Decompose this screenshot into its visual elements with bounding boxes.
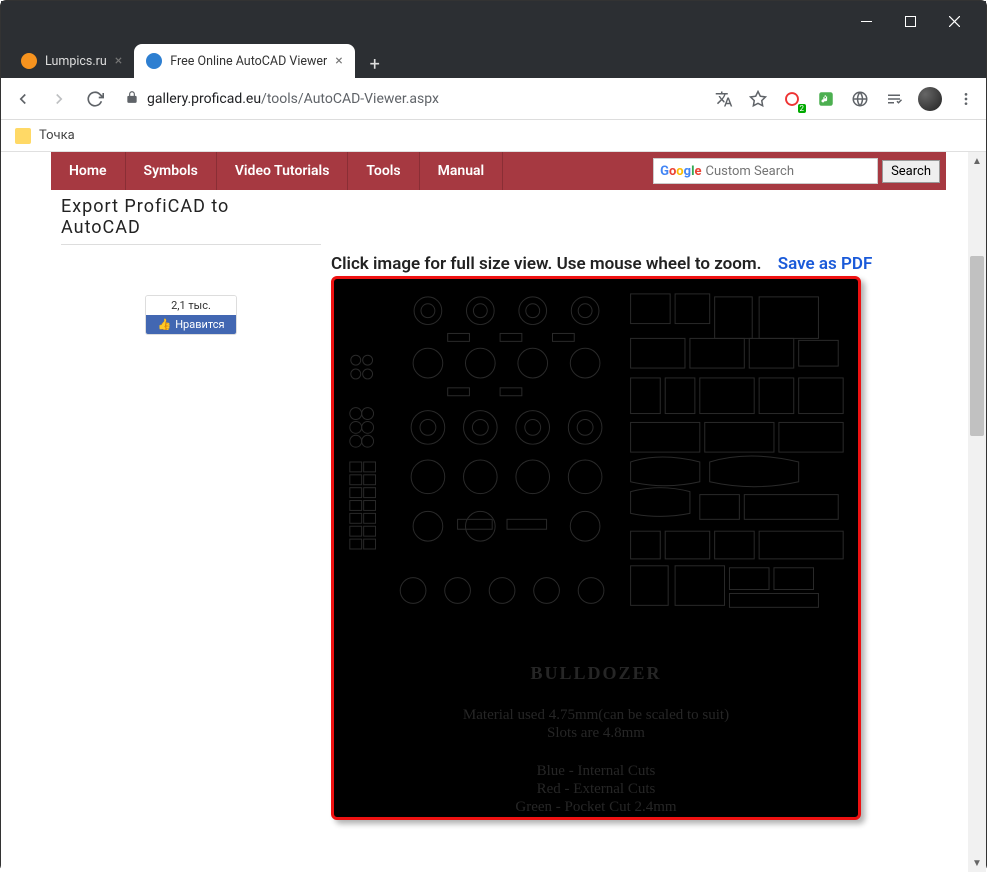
site-body: Export ProfiCAD to AutoCAD 2,1 тыс. 👍 Нр… (51, 190, 946, 820)
address-bar[interactable]: gallery.proficad.eu/tools/AutoCAD-Viewer… (119, 90, 702, 108)
site-search: Google Search (653, 158, 946, 184)
sidebar-heading-line: AutoCAD (61, 217, 321, 238)
fb-like-button[interactable]: 👍 Нравится (146, 315, 236, 334)
nav-manual[interactable]: Manual (420, 152, 504, 190)
tab-strip: Lumpics.ru × Free Online AutoCAD Viewer … (1, 42, 986, 78)
lock-icon (125, 90, 139, 108)
scroll-thumb[interactable] (970, 256, 984, 436)
globe-icon[interactable] (850, 89, 870, 109)
drawing-note: Green - Pocket Cut 2.4mm (334, 799, 858, 816)
favicon-icon (146, 53, 162, 69)
sidebar: Export ProfiCAD to AutoCAD 2,1 тыс. 👍 Нр… (51, 190, 331, 820)
thumbs-up-icon: 👍 (157, 318, 171, 331)
fb-count: 2,1 тыс. (146, 296, 236, 315)
scroll-up-icon[interactable]: ▲ (968, 152, 986, 170)
bookmarks-bar: Точка (1, 120, 986, 152)
window-minimize-button[interactable] (844, 1, 888, 42)
search-button[interactable]: Search (882, 160, 940, 183)
drawing-note: Red - External Cuts (334, 781, 858, 798)
forward-button[interactable] (47, 87, 71, 111)
translate-icon[interactable] (714, 89, 734, 109)
browser-navbar: gallery.proficad.eu/tools/AutoCAD-Viewer… (1, 78, 986, 120)
site-container: Home Symbols Video Tutorials Tools Manua… (51, 152, 946, 820)
google-logo-icon: Google (660, 164, 701, 179)
site-nav: Home Symbols Video Tutorials Tools Manua… (51, 152, 946, 190)
drawing-note: Material used 4.75mm(can be scaled to su… (334, 707, 858, 724)
back-button[interactable] (11, 87, 35, 111)
nav-symbols[interactable]: Symbols (126, 152, 217, 190)
nav-tools[interactable]: Tools (348, 152, 419, 190)
nav-home[interactable]: Home (51, 152, 126, 190)
reload-button[interactable] (83, 87, 107, 111)
fb-like-label: Нравится (175, 318, 224, 331)
close-icon[interactable]: × (115, 53, 122, 69)
scroll-down-icon[interactable]: ▼ (968, 854, 986, 872)
search-input[interactable] (706, 164, 872, 179)
save-as-pdf-link[interactable]: Save as PDF (778, 254, 873, 274)
toolbar-icons: 2 (714, 87, 976, 111)
extension-icon[interactable]: 2 (782, 89, 802, 109)
nav-video-tutorials[interactable]: Video Tutorials (217, 152, 349, 190)
viewer-instruction: Click image for full size view. Use mous… (331, 254, 946, 274)
close-icon[interactable]: × (335, 53, 342, 69)
facebook-like-widget[interactable]: 2,1 тыс. 👍 Нравится (145, 295, 237, 335)
bookmark-folder-icon (15, 128, 31, 144)
drawing-note: Slots are 4.8mm (334, 725, 858, 742)
instruction-text: Click image for full size view. Use mous… (331, 254, 762, 274)
cad-preview-image[interactable]: BULLDOZER Material used 4.75mm(can be sc… (331, 276, 861, 820)
menu-icon[interactable] (956, 89, 976, 109)
tab-lumpics[interactable]: Lumpics.ru × (9, 44, 134, 78)
page-viewport: Home Symbols Video Tutorials Tools Manua… (1, 152, 986, 872)
sidebar-heading: Export ProfiCAD to AutoCAD (61, 196, 321, 245)
main-content: Click image for full size view. Use mous… (331, 190, 946, 820)
favicon-icon (21, 53, 37, 69)
profile-avatar[interactable] (918, 87, 942, 111)
search-box[interactable]: Google (653, 158, 878, 184)
extension-badge: 2 (798, 104, 807, 113)
window-close-button[interactable] (932, 1, 976, 42)
sidebar-heading-line: Export ProfiCAD to (61, 196, 321, 217)
url-host: gallery.proficad.eu/tools/AutoCAD-Viewer… (147, 91, 439, 107)
drawing-title: BULLDOZER (334, 663, 858, 684)
tab-autocad-viewer[interactable]: Free Online AutoCAD Viewer × (134, 44, 354, 78)
page-scrollbar[interactable]: ▲ ▼ (968, 152, 986, 872)
reading-list-icon[interactable] (884, 89, 904, 109)
tab-title: Free Online AutoCAD Viewer (170, 54, 327, 69)
window-titlebar (1, 1, 986, 42)
extension-music-icon[interactable] (816, 89, 836, 109)
tab-title: Lumpics.ru (45, 54, 107, 69)
star-icon[interactable] (748, 89, 768, 109)
new-tab-button[interactable]: + (361, 50, 389, 78)
bookmark-item[interactable]: Точка (39, 128, 75, 143)
window-maximize-button[interactable] (888, 1, 932, 42)
drawing-note: Blue - Internal Cuts (334, 763, 858, 780)
